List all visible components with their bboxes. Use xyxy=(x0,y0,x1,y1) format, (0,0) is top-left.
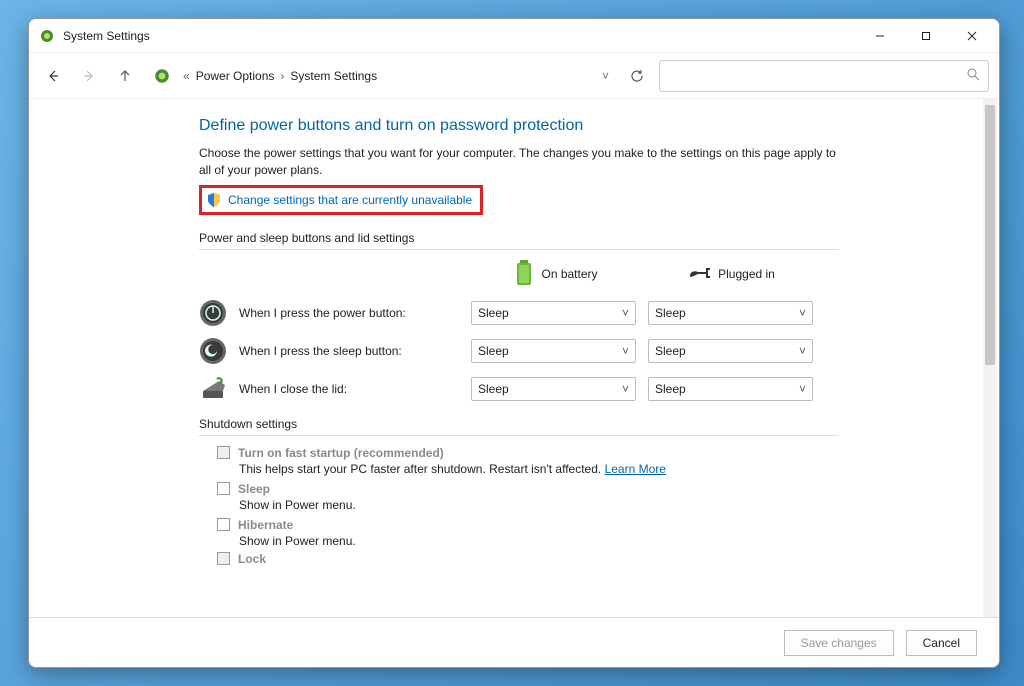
hibernate-checkbox xyxy=(217,518,230,531)
hibernate-item: Hibernate Show in Power menu. xyxy=(217,518,999,548)
refresh-button[interactable] xyxy=(623,62,651,90)
chevron-down-icon: ˅ xyxy=(622,344,629,358)
page-title: Define power buttons and turn on passwor… xyxy=(199,117,999,135)
select-value: Sleep xyxy=(655,306,686,320)
lid-icon xyxy=(199,375,227,403)
divider xyxy=(199,249,839,250)
select-value: Sleep xyxy=(478,344,509,358)
fast-startup-label: Turn on fast startup (recommended) xyxy=(238,446,444,460)
lock-checkbox xyxy=(217,552,230,565)
cancel-button[interactable]: Cancel xyxy=(906,630,977,656)
divider xyxy=(199,435,839,436)
row-close-lid: When I close the lid: Sleep ˅ Sleep ˅ xyxy=(199,375,999,403)
shield-icon xyxy=(206,192,222,208)
scrollbar[interactable] xyxy=(983,99,997,617)
section-power-sleep-label: Power and sleep buttons and lid settings xyxy=(199,231,999,245)
titlebar: System Settings xyxy=(29,19,999,53)
select-value: Sleep xyxy=(478,306,509,320)
plug-icon xyxy=(688,266,710,283)
window-controls xyxy=(857,20,995,52)
window-title: System Settings xyxy=(63,29,150,43)
chevron-down-icon: ˅ xyxy=(799,382,806,396)
column-plugged-label: Plugged in xyxy=(718,267,775,281)
chevron-right-icon: › xyxy=(280,69,284,83)
row-sleep-button: When I press the sleep button: Sleep ˅ S… xyxy=(199,337,999,365)
back-button[interactable] xyxy=(39,62,67,90)
hibernate-label: Hibernate xyxy=(238,518,293,532)
sleep-label: Sleep xyxy=(238,482,270,496)
section-shutdown-label: Shutdown settings xyxy=(199,417,999,431)
power-button-battery-select[interactable]: Sleep ˅ xyxy=(471,301,636,325)
breadcrumb[interactable]: « Power Options › System Settings ˅ xyxy=(147,60,615,92)
toolbar: « Power Options › System Settings ˅ xyxy=(29,53,999,99)
row-close-lid-label: When I close the lid: xyxy=(239,382,459,396)
learn-more-link[interactable]: Learn More xyxy=(605,462,666,476)
chevron-down-icon: ˅ xyxy=(622,382,629,396)
select-value: Sleep xyxy=(478,382,509,396)
fast-startup-item: Turn on fast startup (recommended) This … xyxy=(217,446,999,476)
sleep-checkbox xyxy=(217,482,230,495)
search-input[interactable] xyxy=(659,60,989,92)
change-settings-link[interactable]: Change settings that are currently unava… xyxy=(199,185,483,215)
fast-startup-desc: This helps start your PC faster after sh… xyxy=(239,462,999,476)
battery-icon xyxy=(515,260,533,289)
fast-startup-checkbox xyxy=(217,446,230,459)
power-icon xyxy=(39,28,55,44)
close-button[interactable] xyxy=(949,20,995,52)
footer: Save changes Cancel xyxy=(29,617,999,667)
window: System Settings « xyxy=(28,18,1000,668)
breadcrumb-system-settings[interactable]: System Settings xyxy=(290,69,377,83)
chevron-left-icon: « xyxy=(183,69,190,83)
column-battery-label: On battery xyxy=(541,267,597,281)
close-lid-battery-select[interactable]: Sleep ˅ xyxy=(471,377,636,401)
shutdown-settings-list: Turn on fast startup (recommended) This … xyxy=(199,446,999,566)
search-icon xyxy=(967,68,980,84)
power-icon xyxy=(153,67,171,85)
scrollbar-thumb[interactable] xyxy=(985,105,995,365)
sleep-item: Sleep Show in Power menu. xyxy=(217,482,999,512)
row-sleep-button-label: When I press the sleep button: xyxy=(239,344,459,358)
sleep-button-icon xyxy=(199,337,227,365)
close-lid-plugged-select[interactable]: Sleep ˅ xyxy=(648,377,813,401)
chevron-down-icon: ˅ xyxy=(799,344,806,358)
chevron-down-icon: ˅ xyxy=(622,306,629,320)
row-power-button: When I press the power button: Sleep ˅ S… xyxy=(199,299,999,327)
content-area: Define power buttons and turn on passwor… xyxy=(29,99,999,617)
lock-label: Lock xyxy=(238,552,266,566)
power-button-icon xyxy=(199,299,227,327)
page-subtitle: Choose the power settings that you want … xyxy=(199,145,839,179)
breadcrumb-power-options[interactable]: Power Options xyxy=(196,69,275,83)
chevron-down-icon: ˅ xyxy=(799,306,806,320)
column-battery: On battery xyxy=(469,260,644,289)
column-plugged: Plugged in xyxy=(644,266,819,283)
chevron-down-icon[interactable]: ˅ xyxy=(602,69,609,83)
row-power-button-label: When I press the power button: xyxy=(239,306,459,320)
sleep-button-battery-select[interactable]: Sleep ˅ xyxy=(471,339,636,363)
up-button[interactable] xyxy=(111,62,139,90)
sleep-desc: Show in Power menu. xyxy=(239,498,999,512)
sleep-button-plugged-select[interactable]: Sleep ˅ xyxy=(648,339,813,363)
minimize-button[interactable] xyxy=(857,20,903,52)
select-value: Sleep xyxy=(655,382,686,396)
power-button-plugged-select[interactable]: Sleep ˅ xyxy=(648,301,813,325)
save-button[interactable]: Save changes xyxy=(784,630,894,656)
select-value: Sleep xyxy=(655,344,686,358)
change-settings-link-text: Change settings that are currently unava… xyxy=(228,193,472,207)
lock-item: Lock xyxy=(217,552,999,566)
hibernate-desc: Show in Power menu. xyxy=(239,534,999,548)
maximize-button[interactable] xyxy=(903,20,949,52)
forward-button[interactable] xyxy=(75,62,103,90)
column-headers: On battery Plugged in xyxy=(199,260,999,289)
